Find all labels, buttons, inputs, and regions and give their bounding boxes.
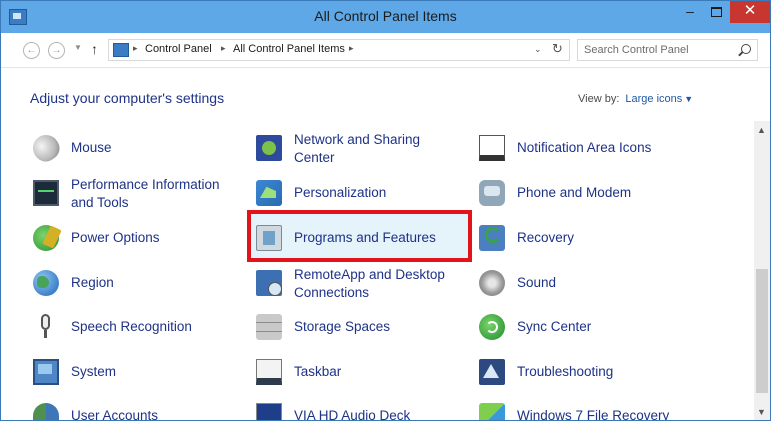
search-icon[interactable] xyxy=(741,44,751,54)
breadcrumb-separator[interactable]: ▸ xyxy=(349,43,354,54)
microphone-icon xyxy=(33,314,59,340)
recent-locations-dropdown[interactable]: ▼ xyxy=(74,43,82,52)
scroll-up-arrow-icon[interactable]: ▲ xyxy=(757,125,766,135)
item-label[interactable]: Speech Recognition xyxy=(71,318,236,336)
item-label[interactable]: Power Options xyxy=(71,229,236,247)
power-icon xyxy=(33,225,59,251)
highlight-box xyxy=(247,210,472,262)
item-label[interactable]: Mouse xyxy=(71,139,236,157)
item-label[interactable]: Storage Spaces xyxy=(294,318,459,336)
speaker-icon xyxy=(479,270,505,296)
recovery-icon xyxy=(479,225,505,251)
item-label[interactable]: VIA HD Audio Deck xyxy=(294,407,459,420)
item-label[interactable]: Taskbar xyxy=(294,363,459,381)
breadcrumb-all-items[interactable]: All Control Panel Items xyxy=(233,43,345,55)
audio-deck-icon xyxy=(256,403,282,420)
view-by-label: View by: xyxy=(578,93,620,105)
forward-button[interactable]: → xyxy=(48,42,65,59)
phone-icon xyxy=(479,180,505,206)
performance-icon xyxy=(33,180,59,206)
notification-icon xyxy=(479,135,505,161)
navigation-bar: ← → ▼ ↑ ▸ Control Panel ▸ All Control Pa… xyxy=(1,33,770,68)
item-label[interactable]: RemoteApp and Desktop Connections xyxy=(294,266,459,302)
troubleshooting-icon xyxy=(479,359,505,385)
breadcrumb-separator[interactable]: ▸ xyxy=(221,43,226,54)
item-label[interactable]: Troubleshooting xyxy=(517,363,682,381)
item-label[interactable]: Phone and Modem xyxy=(517,184,682,202)
title-bar[interactable]: All Control Panel Items – ✕ xyxy=(1,1,770,33)
users-icon xyxy=(33,403,59,420)
page-heading: Adjust your computer's settings xyxy=(30,90,225,106)
close-button[interactable]: ✕ xyxy=(730,1,770,23)
items-grid: Mouse Network and Sharing Center Notific… xyxy=(1,121,754,420)
breadcrumb-control-panel[interactable]: Control Panel xyxy=(145,43,212,55)
maximize-icon xyxy=(710,7,722,17)
item-label[interactable]: Notification Area Icons xyxy=(517,139,682,157)
item-label[interactable]: Personalization xyxy=(294,184,459,202)
personalization-icon xyxy=(256,180,282,206)
item-label[interactable]: Region xyxy=(71,274,236,292)
sync-icon xyxy=(479,314,505,340)
view-by-control: View by: Large icons ▼ xyxy=(578,93,693,105)
network-icon xyxy=(256,135,282,161)
refresh-icon[interactable]: ↻ xyxy=(552,41,563,57)
taskbar-icon xyxy=(256,359,282,385)
address-dropdown-icon[interactable]: ⌄ xyxy=(534,44,542,55)
control-panel-window: All Control Panel Items – ✕ ← → ▼ ↑ ▸ Co… xyxy=(0,0,771,421)
address-bar[interactable]: ▸ Control Panel ▸ All Control Panel Item… xyxy=(108,39,570,61)
up-button[interactable]: ↑ xyxy=(91,41,98,57)
breadcrumb-separator[interactable]: ▸ xyxy=(133,43,138,54)
item-label[interactable]: Recovery xyxy=(517,229,682,247)
item-label[interactable]: Sound xyxy=(517,274,682,292)
storage-icon xyxy=(256,314,282,340)
control-panel-icon xyxy=(113,43,129,57)
item-label[interactable]: Performance Information and Tools xyxy=(71,176,236,212)
globe-icon xyxy=(33,270,59,296)
view-by-dropdown[interactable]: Large icons xyxy=(625,93,682,105)
file-recovery-icon xyxy=(479,403,505,420)
item-label[interactable]: Network and Sharing Center xyxy=(294,131,459,167)
search-input[interactable] xyxy=(584,43,729,57)
mouse-icon xyxy=(27,129,65,167)
minimize-button[interactable]: – xyxy=(677,1,703,23)
scroll-thumb[interactable] xyxy=(756,269,768,393)
remote-desktop-icon xyxy=(256,270,282,296)
item-label[interactable]: User Accounts xyxy=(71,407,236,420)
search-box[interactable] xyxy=(577,39,758,61)
back-button[interactable]: ← xyxy=(23,42,40,59)
maximize-button[interactable] xyxy=(703,1,729,23)
scroll-down-arrow-icon[interactable]: ▼ xyxy=(757,407,766,417)
item-label[interactable]: System xyxy=(71,363,236,381)
item-label[interactable]: Sync Center xyxy=(517,318,682,336)
window-title: All Control Panel Items xyxy=(314,8,457,24)
item-label[interactable]: Windows 7 File Recovery xyxy=(517,407,682,420)
computer-icon xyxy=(33,359,59,385)
vertical-scrollbar[interactable]: ▲ ▼ xyxy=(754,121,770,420)
chevron-down-icon[interactable]: ▼ xyxy=(684,94,693,104)
